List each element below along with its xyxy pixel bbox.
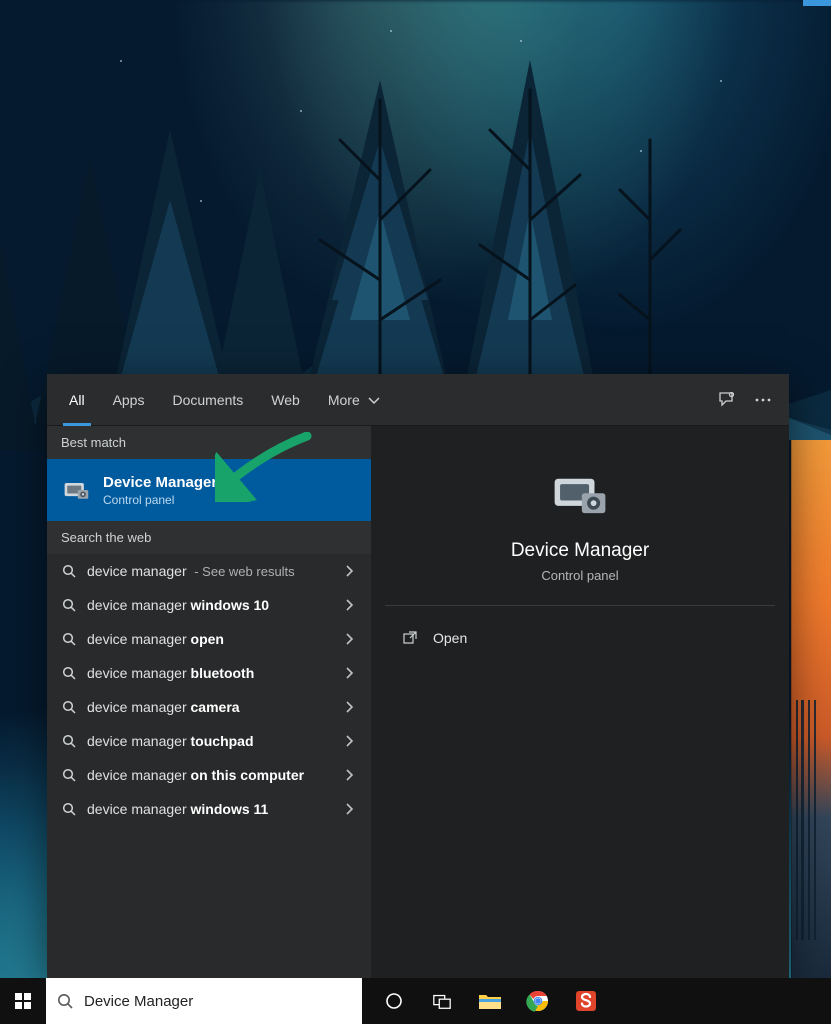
web-result-text: device manager windows 11 (87, 801, 331, 817)
taskbar-app-chrome[interactable] (514, 978, 562, 1024)
tab-more[interactable]: More (314, 374, 396, 426)
web-result-text: device manager touchpad (87, 733, 331, 749)
best-match-title: Device Manager (103, 474, 217, 491)
web-result-text: device manager open (87, 631, 331, 647)
search-icon (61, 699, 77, 715)
secondary-monitor-slice (791, 440, 831, 980)
start-search-panel: All Apps Documents Web More Best match (47, 374, 789, 978)
chevron-right-icon (341, 699, 357, 715)
preview-device-manager-icon (551, 466, 609, 524)
web-result[interactable]: device manager camera (47, 690, 371, 724)
web-result[interactable]: device manager on this computer (47, 758, 371, 792)
web-result[interactable]: device manager touchpad (47, 724, 371, 758)
search-icon (56, 992, 74, 1010)
chevron-right-icon (341, 597, 357, 613)
search-input[interactable] (84, 978, 352, 1024)
web-result-text: device manager camera (87, 699, 331, 715)
result-preview-pane: Device Manager Control panel Open (371, 426, 789, 978)
tab-web[interactable]: Web (257, 374, 314, 426)
web-result[interactable]: device manager bluetooth (47, 656, 371, 690)
search-icon (61, 597, 77, 613)
chrome-icon (526, 989, 550, 1013)
chevron-right-icon (341, 733, 357, 749)
section-search-web: Search the web (47, 521, 371, 554)
start-button[interactable] (0, 978, 46, 1024)
chevron-down-icon (366, 392, 382, 408)
best-match-subtitle: Control panel (103, 493, 217, 507)
taskbar-app-snagit[interactable] (562, 978, 610, 1024)
window-accent-strip (803, 0, 831, 6)
web-result[interactable]: device manager open (47, 622, 371, 656)
chevron-right-icon (341, 801, 357, 817)
chevron-right-icon (341, 665, 357, 681)
device-manager-icon (61, 475, 91, 505)
feedback-button[interactable] (709, 382, 745, 418)
web-result[interactable]: device manager windows 11 (47, 792, 371, 826)
search-icon (61, 665, 77, 681)
section-best-match: Best match (47, 426, 371, 459)
cortana-icon (384, 991, 404, 1011)
search-icon (61, 631, 77, 647)
web-result-text: device manager bluetooth (87, 665, 331, 681)
tab-apps[interactable]: Apps (99, 374, 159, 426)
search-icon (61, 801, 77, 817)
more-options-button[interactable] (745, 382, 781, 418)
taskbar (0, 978, 831, 1024)
file-explorer-icon (477, 990, 503, 1012)
chevron-right-icon (341, 767, 357, 783)
tab-all[interactable]: All (55, 374, 99, 426)
web-result-text: device manager on this computer (87, 767, 331, 783)
best-match-result[interactable]: Device Manager Control panel (47, 459, 371, 521)
snagit-icon (574, 989, 598, 1013)
preview-title: Device Manager (511, 540, 649, 562)
taskbar-app-file-explorer[interactable] (466, 978, 514, 1024)
search-filter-tabs: All Apps Documents Web More (47, 374, 789, 426)
web-result-text: device manager - See web results (87, 563, 331, 579)
windows-logo-icon (14, 992, 32, 1010)
web-result-text: device manager windows 10 (87, 597, 331, 613)
search-icon (61, 733, 77, 749)
cortana-button[interactable] (370, 978, 418, 1024)
chevron-right-icon (341, 563, 357, 579)
search-icon (61, 563, 77, 579)
task-view-icon (432, 991, 452, 1011)
results-list: Best match Device Manager Control panel (47, 426, 371, 978)
search-icon (61, 767, 77, 783)
web-result[interactable]: device manager - See web results (47, 554, 371, 588)
web-result[interactable]: device manager windows 10 (47, 588, 371, 622)
tab-documents[interactable]: Documents (158, 374, 257, 426)
chevron-right-icon (341, 631, 357, 647)
preview-subtitle: Control panel (541, 568, 618, 583)
task-view-button[interactable] (418, 978, 466, 1024)
action-open-label: Open (433, 630, 467, 646)
taskbar-search-box[interactable] (46, 978, 362, 1024)
open-icon (401, 630, 419, 646)
action-open[interactable]: Open (391, 618, 769, 658)
